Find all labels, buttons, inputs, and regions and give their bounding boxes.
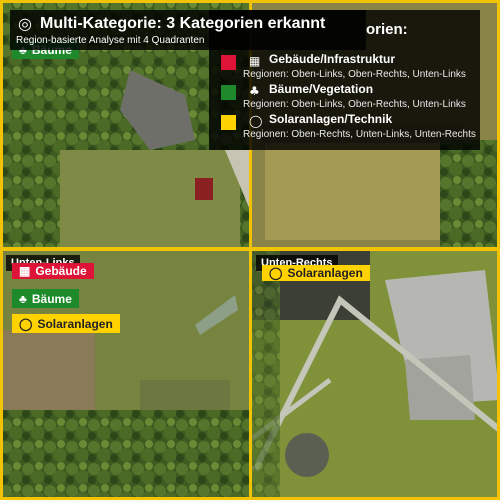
solar-icon: ◯ [249,114,263,128]
legend-name-solar: Solaranlagen/Technik [269,112,393,126]
legend-swatch-solar [221,115,236,130]
legend-regions-building: Regionen: Oben-Links, Oben-Rechts, Unten… [243,69,466,80]
chip-solar-bottom-right: ◯ Solaranlagen [262,265,370,281]
analysis-canvas: ♣ Bäume Unten-Links ▦ Gebäude ♣ Bäume ◯ … [0,0,500,500]
building-icon: ▦ [19,264,31,278]
legend-regions-solar: Regionen: Oben-Rechts, Unten-Links, Unte… [243,129,476,140]
building-icon: ▦ [249,54,261,68]
chip-label: Solaranlagen [37,316,113,331]
chip-building-bottom-left: ▦ Gebäude [12,263,94,279]
chip-solar-bottom-left: ◯ Solaranlagen [12,314,120,333]
chip-tree-bottom-left: ♣ Bäume [12,289,79,308]
page-title: Multi-Kategorie: 3 Kategorien erkannt [40,15,326,32]
solar-icon: ◯ [269,266,283,280]
tree-icon: ♣ [249,84,260,98]
legend-regions-tree: Regionen: Oben-Links, Oben-Rechts, Unten… [243,99,466,110]
title-banner: ◎ Multi-Kategorie: 3 Kategorien erkannt … [10,10,366,50]
chip-label: Solaranlagen [287,266,363,280]
chip-label: Gebäude [35,264,87,278]
quadrant-bottom-right [249,248,500,500]
legend-heading: orien: [366,21,408,38]
page-subtitle: Region-basierte Analyse mit 4 Quadranten [16,35,205,46]
solar-icon: ◯ [19,316,33,331]
tree-icon: ♣ [19,291,27,306]
legend-swatch-tree [221,85,236,100]
legend-swatch-building [221,55,236,70]
quadrant-bottom-left [0,248,252,500]
chip-label: Bäume [31,291,72,306]
target-icon: ◎ [18,14,32,33]
legend-name-tree: Bäume/Vegetation [269,82,374,96]
legend-name-building: Gebäude/Infrastruktur [269,52,396,66]
